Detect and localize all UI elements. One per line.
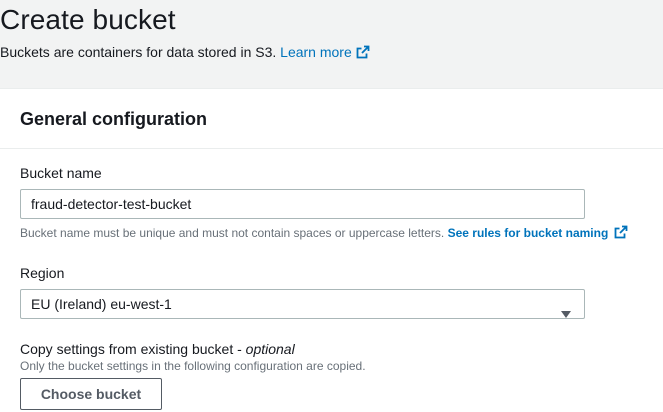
region-selected-value: EU (Ireland) eu-west-1 bbox=[31, 296, 172, 312]
optional-tag: optional bbox=[245, 341, 295, 357]
page-description: Buckets are containers for data stored i… bbox=[0, 44, 370, 62]
page-title: Create bucket bbox=[0, 4, 176, 35]
bucket-name-hint: Bucket name must be unique and must not … bbox=[20, 225, 628, 242]
page-description-text: Buckets are containers for data stored i… bbox=[0, 44, 277, 60]
learn-more-label: Learn more bbox=[280, 44, 352, 60]
learn-more-link[interactable]: Learn more bbox=[280, 44, 370, 60]
caret-down-icon bbox=[561, 300, 571, 328]
bucket-name-input[interactable]: fraud-detector-test-bucket bbox=[20, 189, 585, 219]
panel-header: General configuration bbox=[0, 89, 663, 149]
external-link-icon bbox=[356, 45, 370, 62]
choose-bucket-button[interactable]: Choose bucket bbox=[20, 378, 162, 410]
bucket-naming-rules-link[interactable]: See rules for bucket naming bbox=[447, 225, 629, 242]
external-link-icon bbox=[614, 225, 628, 242]
bucket-name-label: Bucket name bbox=[20, 165, 102, 181]
general-configuration-panel: General configuration Bucket name fraud-… bbox=[0, 88, 663, 412]
page-header: Create bucket Buckets are containers for… bbox=[0, 0, 663, 88]
copy-settings-label-text: Copy settings from existing bucket - bbox=[20, 341, 246, 357]
panel-title: General configuration bbox=[20, 109, 208, 129]
region-select[interactable]: EU (Ireland) eu-west-1 bbox=[20, 289, 585, 319]
copy-settings-hint: Only the bucket settings in the followin… bbox=[20, 359, 366, 373]
copy-settings-label: Copy settings from existing bucket - opt… bbox=[20, 341, 295, 357]
bucket-naming-rules-label: See rules for bucket naming bbox=[447, 226, 609, 240]
bucket-name-hint-text: Bucket name must be unique and must not … bbox=[20, 226, 445, 240]
region-label: Region bbox=[20, 265, 65, 281]
